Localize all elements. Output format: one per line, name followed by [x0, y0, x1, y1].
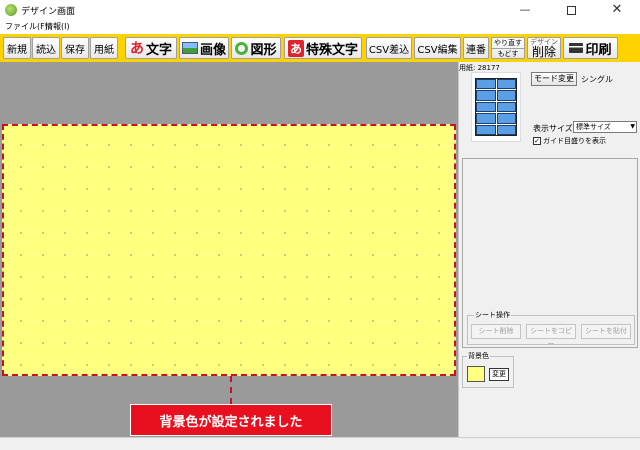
paper-button[interactable]: 用紙 — [90, 37, 118, 59]
label-cell — [496, 124, 516, 135]
menu-info[interactable]: 情報(I) — [45, 21, 70, 32]
csv-edit-label: CSV編集 — [417, 44, 458, 56]
serial-number-button[interactable]: 連番 — [463, 37, 489, 59]
image-label: 画像 — [199, 42, 226, 58]
hiragana-a-badge-icon: あ — [287, 39, 304, 57]
label-cell — [496, 79, 516, 90]
status-bar — [0, 437, 640, 450]
load-label: 読込 — [36, 44, 56, 56]
display-size-value: 標準サイズ — [576, 123, 611, 131]
toolbar: 新規 読込 保存 用紙 あ 文字 画像 図形 あ 特殊文字 CSV差込 CSV編… — [0, 34, 640, 62]
load-button[interactable]: 読込 — [32, 37, 60, 59]
label-cell — [476, 124, 496, 135]
maximize-button[interactable] — [548, 0, 594, 20]
properties-box: シート操作 シート削除 シートをコピー シートを貼付 — [462, 158, 638, 348]
text-label: 文字 — [145, 42, 172, 58]
csv-insert-button[interactable]: CSV差込 — [366, 37, 412, 59]
text-button[interactable]: あ 文字 — [125, 37, 177, 59]
circle-icon — [235, 41, 249, 55]
sheet-paste-button[interactable]: シートを貼付 — [581, 324, 631, 339]
guide-checkbox-row[interactable]: ✓ ガイド目盛りを表示 — [533, 136, 606, 146]
background-color-group: 背景色 変更 — [462, 351, 514, 388]
save-label: 保存 — [65, 44, 85, 56]
label-cell — [496, 101, 516, 113]
save-button[interactable]: 保存 — [61, 37, 89, 59]
print-button[interactable]: 印刷 — [563, 37, 618, 59]
side-panel: 用紙: 28177 モード変更 シングル 表示サイズ 標準サイズ ▼ ✓ ガイド… — [458, 62, 640, 437]
sheet-copy-button[interactable]: シートをコピー — [526, 324, 576, 348]
sheet-delete-button[interactable]: シート削除 — [471, 324, 521, 339]
design-delete-button[interactable]: デザイン 削除 — [527, 37, 561, 59]
app-icon — [5, 4, 17, 16]
maximize-icon — [566, 5, 576, 15]
status-toast: 背景色が設定されました — [130, 404, 332, 436]
menu-bar: ファイル(F) 情報(I) — [0, 20, 640, 34]
display-size-select[interactable]: 標準サイズ ▼ — [573, 121, 637, 133]
label-cell — [496, 113, 516, 124]
redo-button[interactable]: やり直す — [492, 38, 524, 48]
hiragana-a-icon: あ — [129, 41, 144, 57]
sheet-operations-group: シート操作 シート削除 シートをコピー シートを貼付 — [467, 310, 635, 348]
chevron-down-icon: ▼ — [630, 123, 635, 130]
sheet-operations-label: シート操作 — [474, 310, 511, 320]
print-label: 印刷 — [585, 42, 612, 58]
serial-label: 連番 — [466, 44, 486, 56]
picture-icon — [181, 42, 198, 54]
canvas-area: 背景色が設定されました — [0, 62, 458, 437]
label-cell — [476, 90, 496, 101]
new-button[interactable]: 新規 — [3, 37, 31, 59]
label-layout-grid — [475, 78, 517, 136]
image-button[interactable]: 画像 — [179, 37, 229, 59]
minimize-button[interactable]: — — [502, 0, 548, 20]
background-change-button[interactable]: 変更 — [489, 368, 509, 381]
csv-edit-button[interactable]: CSV編集 — [414, 37, 461, 59]
shape-label: 図形 — [250, 42, 277, 58]
mode-value: シングル — [581, 75, 613, 84]
mode-change-button[interactable]: モード変更 — [531, 72, 577, 86]
display-size-label: 表示サイズ — [533, 124, 573, 133]
label-cell — [476, 79, 496, 90]
printer-icon — [569, 43, 584, 53]
guide-label: ガイド目盛りを表示 — [543, 137, 606, 145]
undo-button[interactable]: もどす — [492, 48, 524, 58]
design-sheet[interactable] — [2, 124, 456, 376]
special-text-label: 特殊文字 — [306, 42, 359, 58]
shape-button[interactable]: 図形 — [231, 37, 281, 59]
special-text-button[interactable]: あ 特殊文字 — [284, 37, 362, 59]
new-label: 新規 — [7, 44, 27, 56]
guide-checkbox[interactable]: ✓ — [533, 137, 541, 145]
callout-connector — [230, 376, 232, 404]
close-button[interactable]: ✕ — [594, 0, 640, 20]
paper-thumbnail — [471, 72, 521, 142]
csv-insert-label: CSV差込 — [368, 44, 410, 56]
label-cell — [496, 90, 516, 101]
design-delete-label: 削除 — [531, 45, 556, 59]
background-color-swatch — [467, 366, 485, 382]
paper-label: 用紙 — [94, 44, 114, 56]
title-bar: デザイン画面 — ✕ — [0, 0, 640, 20]
window-title: デザイン画面 — [21, 7, 76, 17]
redo-undo-group: やり直す もどす — [491, 37, 525, 59]
label-cell — [476, 101, 496, 113]
background-color-label: 背景色 — [467, 351, 490, 361]
label-cell — [476, 113, 496, 124]
menu-file[interactable]: ファイル(F) — [5, 21, 48, 32]
